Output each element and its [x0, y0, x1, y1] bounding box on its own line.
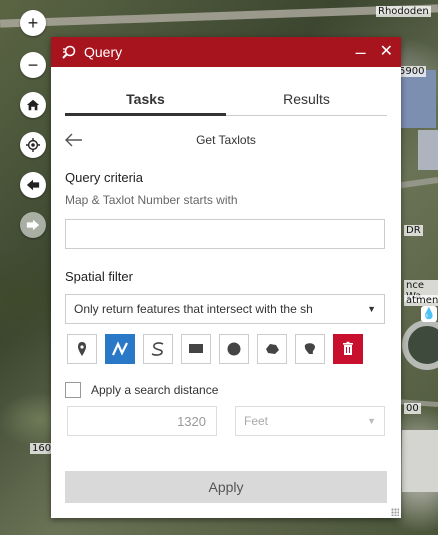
polygon-tool-button[interactable]: [257, 334, 287, 364]
building: [400, 70, 436, 128]
freehand-polygon-icon: [304, 343, 315, 354]
home-button[interactable]: [20, 92, 46, 118]
taxlot-number-input[interactable]: [65, 219, 385, 249]
freehand-polygon-tool-button[interactable]: [295, 334, 325, 364]
rectangle-icon: [189, 344, 203, 353]
building: [418, 130, 438, 170]
freehand-line-tool-button[interactable]: [143, 334, 173, 364]
spatial-filter-value: Only return features that intersect with…: [74, 302, 313, 316]
road: [0, 4, 438, 28]
panel-header: Query – ✕: [51, 37, 401, 67]
map-label: atment: [404, 295, 438, 306]
rectangle-tool-button[interactable]: [181, 334, 211, 364]
locate-button[interactable]: [20, 132, 46, 158]
point-tool-button[interactable]: [67, 334, 97, 364]
distance-unit-select[interactable]: Feet ▼: [235, 406, 385, 436]
panel-title: Query: [84, 44, 123, 60]
previous-extent-button[interactable]: [20, 172, 46, 198]
water-drop-icon[interactable]: 💧: [421, 306, 437, 322]
map-label: 00: [404, 403, 421, 414]
trash-icon: [343, 341, 353, 355]
search-distance-checkbox[interactable]: [65, 382, 81, 398]
chevron-down-icon: ▼: [367, 416, 376, 426]
building: [402, 430, 438, 492]
spatial-filter-select[interactable]: Only return features that intersect with…: [65, 294, 385, 324]
query-hint: Map & Taxlot Number starts with: [65, 193, 238, 207]
search-distance-label: Apply a search distance: [91, 383, 219, 397]
distance-unit-value: Feet: [244, 414, 269, 428]
map-label: 160: [30, 443, 54, 454]
polyline-icon: [111, 341, 128, 356]
line-tool-button[interactable]: [105, 334, 135, 364]
circle-tool-button[interactable]: [219, 334, 249, 364]
spatial-filter-label: Spatial filter: [65, 269, 133, 284]
zoom-out-button[interactable]: −: [20, 52, 46, 78]
treatment-tank: [402, 320, 438, 370]
back-arrow-icon[interactable]: [65, 133, 83, 147]
pin-icon: [78, 342, 86, 356]
next-extent-button[interactable]: [20, 212, 46, 238]
apply-button[interactable]: Apply: [65, 471, 387, 503]
map-label: DR: [404, 225, 423, 236]
tab-tasks[interactable]: Tasks: [65, 91, 226, 116]
tab-bar: Tasks Results: [65, 91, 387, 116]
chevron-down-icon: ▼: [367, 304, 376, 314]
draw-toolbar: [67, 334, 387, 364]
close-button[interactable]: ✕: [380, 44, 393, 60]
arrow-left-icon: [26, 179, 40, 191]
polygon-icon: [266, 344, 279, 354]
freehand-line-icon: [151, 342, 164, 356]
zoom-in-button[interactable]: +: [20, 10, 46, 36]
distance-fields: 1320 Feet ▼: [67, 406, 387, 436]
locate-icon: [26, 138, 40, 152]
search-distance-row: Apply a search distance: [65, 382, 387, 398]
tab-results[interactable]: Results: [226, 91, 387, 115]
resize-handle[interactable]: [391, 508, 399, 516]
task-subheader: Get Taxlots: [65, 130, 387, 150]
home-icon: [26, 99, 40, 111]
minimize-button[interactable]: –: [356, 43, 366, 61]
map-label: Rhododen: [376, 6, 431, 17]
query-panel: Query – ✕ Tasks Results Get Taxlots Quer…: [51, 37, 401, 518]
road: [394, 177, 438, 189]
map-label: 5900: [397, 66, 427, 77]
query-icon: [62, 45, 76, 59]
zoom-out-icon: −: [27, 54, 39, 75]
query-criteria-label: Query criteria: [65, 170, 144, 185]
clear-graphics-button[interactable]: [333, 334, 363, 364]
zoom-in-icon: +: [27, 12, 39, 33]
task-title: Get Taxlots: [196, 133, 256, 147]
arrow-right-icon: [26, 219, 40, 231]
distance-input[interactable]: 1320: [67, 406, 217, 436]
circle-icon: [227, 342, 241, 356]
